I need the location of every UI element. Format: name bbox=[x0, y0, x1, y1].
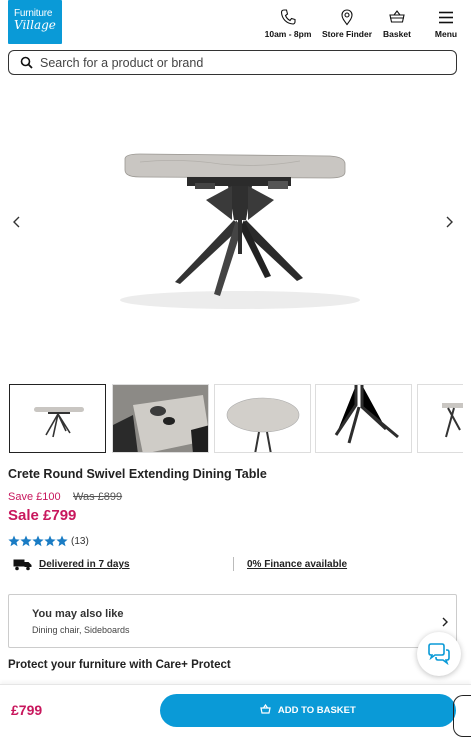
delivery-truck-icon bbox=[13, 558, 33, 575]
chat-bubbles-icon bbox=[428, 643, 450, 665]
menu-label: Menu bbox=[434, 29, 458, 39]
thumbnail-2[interactable] bbox=[112, 384, 209, 453]
product-title: Crete Round Swivel Extending Dining Tabl… bbox=[8, 467, 267, 481]
finance-link[interactable]: 0% Finance available bbox=[247, 559, 347, 570]
product-rating[interactable]: (13) bbox=[8, 535, 89, 549]
chevron-left-icon bbox=[13, 216, 20, 228]
phone-hours-label: 10am - 8pm bbox=[264, 29, 312, 39]
sale-price: Sale £799 bbox=[8, 507, 77, 524]
thumbnail-5[interactable] bbox=[417, 384, 463, 453]
chevron-right-icon bbox=[446, 216, 453, 228]
search-icon bbox=[20, 56, 33, 74]
also-like-title: You may also like bbox=[32, 608, 124, 620]
star-rating-icon bbox=[8, 535, 68, 547]
delivery-label: Delivered in 7 days bbox=[39, 559, 130, 570]
thumbnail-3[interactable] bbox=[214, 384, 311, 453]
chevron-right-icon bbox=[441, 615, 449, 633]
rating-count: (13) bbox=[71, 536, 89, 547]
care-protect-heading: Protect your furniture with Care+ Protec… bbox=[8, 659, 231, 671]
logo-line2: Village bbox=[14, 18, 56, 32]
bottom-price: £799 bbox=[11, 702, 43, 718]
was-price: Was £899 bbox=[73, 491, 123, 503]
menu-button[interactable]: Menu bbox=[431, 8, 461, 39]
gallery-thumbnails bbox=[8, 384, 463, 454]
thumbnail-4[interactable] bbox=[315, 384, 412, 453]
product-main-image[interactable] bbox=[0, 82, 471, 374]
location-pin-icon bbox=[320, 8, 374, 26]
search-input[interactable] bbox=[40, 54, 440, 72]
basket-icon bbox=[380, 8, 414, 26]
store-finder-label: Store Finder bbox=[321, 29, 373, 39]
basket-label: Basket bbox=[383, 29, 411, 39]
add-to-basket-label: ADD TO BASKET bbox=[277, 705, 356, 716]
thumbnail-1[interactable] bbox=[9, 384, 106, 453]
store-finder-button[interactable]: Store Finder bbox=[320, 8, 374, 39]
furniture-village-logo[interactable]: Furniture Village bbox=[8, 0, 62, 44]
you-may-also-like-card[interactable]: You may also like Dining chair, Sideboar… bbox=[8, 594, 457, 648]
site-header: Furniture Village 10am - 8pm Store Finde… bbox=[0, 0, 471, 46]
gallery-next-arrow[interactable] bbox=[442, 212, 456, 232]
basket-icon bbox=[260, 703, 271, 717]
also-like-subtitle: Dining chair, Sideboards bbox=[32, 625, 130, 635]
delivery-info[interactable]: Delivered in 7 days bbox=[13, 558, 130, 576]
info-divider bbox=[233, 557, 234, 571]
save-amount: Save £100 bbox=[8, 491, 61, 503]
sticky-add-to-basket-bar: £799 ADD TO BASKET bbox=[0, 684, 471, 739]
side-tab-edge bbox=[453, 695, 471, 737]
hamburger-menu-icon bbox=[431, 8, 461, 26]
chat-button[interactable] bbox=[417, 632, 461, 676]
phone-icon bbox=[262, 8, 314, 26]
gallery-prev-arrow[interactable] bbox=[10, 212, 24, 232]
search-bar bbox=[8, 50, 457, 75]
add-to-basket-button[interactable]: ADD TO BASKET bbox=[160, 694, 456, 727]
phone-hours-button[interactable]: 10am - 8pm bbox=[262, 8, 314, 39]
basket-button[interactable]: Basket bbox=[380, 8, 414, 39]
